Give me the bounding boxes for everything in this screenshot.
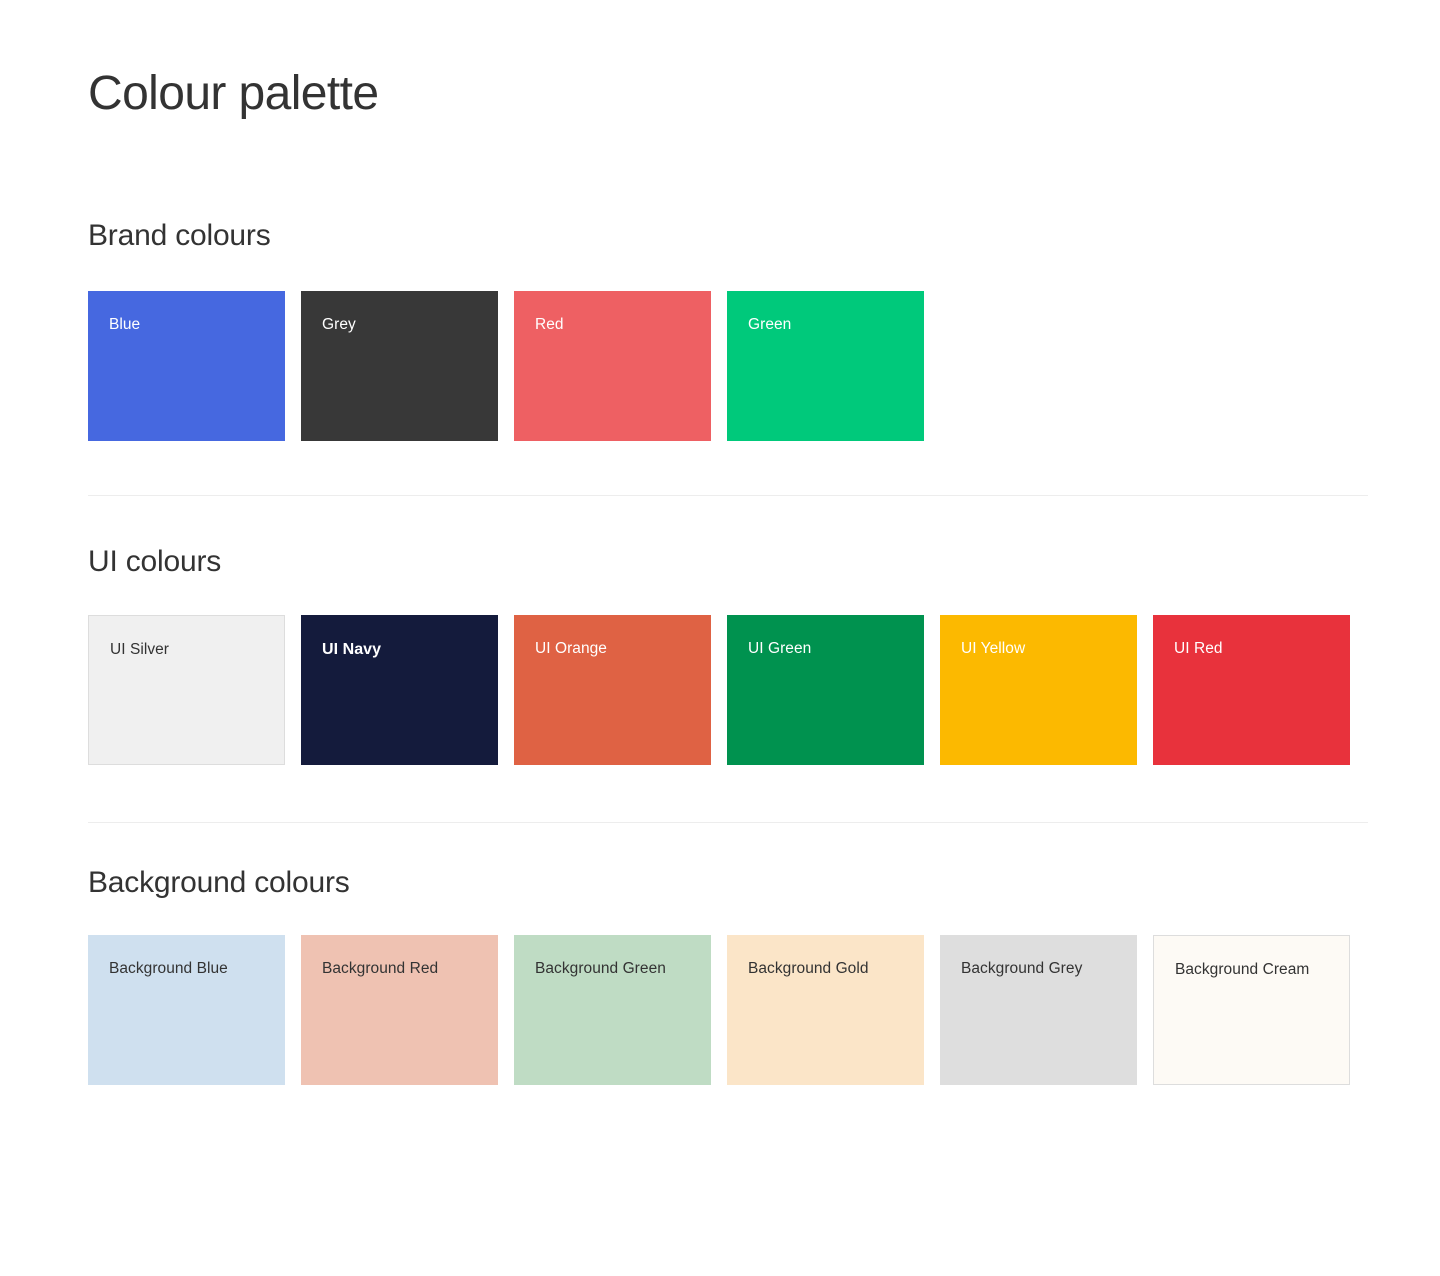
section-heading-brand: Brand colours (88, 121, 1368, 254)
swatch-label: UI Green (748, 640, 811, 659)
swatch-label: Background Green (535, 960, 666, 979)
colour-swatch-blue[interactable]: Blue (88, 291, 285, 441)
swatch-row-ui: UI Silver UI Navy UI Orange UI Green UI … (88, 615, 1368, 765)
page-title: Colour palette (88, 0, 1368, 121)
colour-palette-page: Colour palette Brand colours Blue Grey R… (0, 0, 1440, 1276)
swatch-label: Background Red (322, 960, 438, 979)
section-brand-colours: Brand colours Blue Grey Red Green (88, 121, 1368, 496)
divider-wrap-ui (88, 765, 1368, 823)
swatch-label: UI Orange (535, 640, 607, 659)
section-background-colours: Background colours Background Blue Backg… (88, 823, 1368, 1085)
section-heading-background: Background colours (88, 823, 1368, 901)
swatch-label: Background Grey (961, 960, 1082, 979)
colour-swatch-ui-yellow[interactable]: UI Yellow (940, 615, 1137, 765)
swatch-label: UI Yellow (961, 640, 1025, 659)
swatch-label: Background Cream (1175, 961, 1309, 980)
swatch-label: Background Gold (748, 960, 869, 979)
swatch-label: UI Red (1174, 640, 1223, 659)
swatch-label: Grey (322, 316, 356, 335)
colour-swatch-green[interactable]: Green (727, 291, 924, 441)
swatch-label: Red (535, 316, 564, 335)
colour-swatch-background-grey[interactable]: Background Grey (940, 935, 1137, 1085)
colour-swatch-ui-green[interactable]: UI Green (727, 615, 924, 765)
colour-swatch-ui-red[interactable]: UI Red (1153, 615, 1350, 765)
divider-wrap-brand (88, 441, 1368, 496)
colour-swatch-ui-silver[interactable]: UI Silver (88, 615, 285, 765)
colour-swatch-ui-navy[interactable]: UI Navy (301, 615, 498, 765)
colour-swatch-background-blue[interactable]: Background Blue (88, 935, 285, 1085)
page-content: Colour palette Brand colours Blue Grey R… (88, 0, 1368, 1085)
section-heading-ui: UI colours (88, 496, 1368, 580)
colour-swatch-background-green[interactable]: Background Green (514, 935, 711, 1085)
swatch-label: Background Blue (109, 960, 228, 979)
swatch-label: Green (748, 316, 791, 335)
colour-swatch-background-cream[interactable]: Background Cream (1153, 935, 1350, 1085)
section-ui-colours: UI colours UI Silver UI Navy UI Orange U… (88, 496, 1368, 823)
colour-swatch-ui-orange[interactable]: UI Orange (514, 615, 711, 765)
swatch-label: UI Silver (110, 641, 169, 660)
colour-swatch-background-red[interactable]: Background Red (301, 935, 498, 1085)
swatch-label: Blue (109, 316, 140, 335)
colour-swatch-grey[interactable]: Grey (301, 291, 498, 441)
swatch-label: UI Navy (322, 640, 381, 659)
colour-swatch-red[interactable]: Red (514, 291, 711, 441)
swatch-row-background: Background Blue Background Red Backgroun… (88, 935, 1368, 1085)
colour-swatch-background-gold[interactable]: Background Gold (727, 935, 924, 1085)
swatch-row-brand: Blue Grey Red Green (88, 291, 1368, 441)
